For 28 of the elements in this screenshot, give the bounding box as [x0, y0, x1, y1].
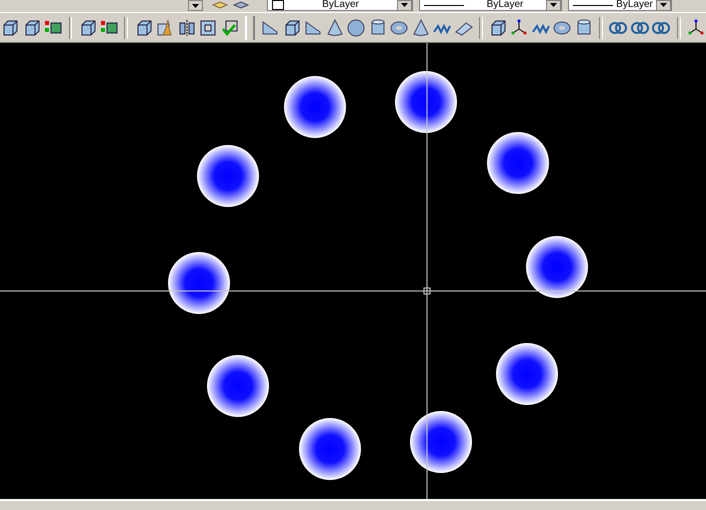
dropdown-field[interactable]: ByLayer [419, 0, 562, 11]
dropdown-field[interactable]: ByLayer [568, 0, 672, 11]
sphere-drawing [284, 76, 346, 138]
toolbar-grip[interactable] [244, 16, 255, 40]
sphere-drawing [207, 355, 269, 417]
sphere-drawing [197, 145, 259, 207]
dropdown-button[interactable] [656, 0, 671, 10]
sphere-drawing [487, 132, 549, 194]
caret-icon [192, 4, 199, 8]
line-sample [573, 4, 613, 6]
dropdown-value: ByLayer [322, 0, 359, 10]
dropdown-button[interactable] [188, 0, 203, 11]
sphere-drawing [410, 411, 472, 473]
dropdown-field[interactable]: ByLayer [267, 0, 413, 11]
caret-icon [550, 3, 557, 7]
sphere-drawing [299, 418, 361, 480]
sphere-drawing [526, 236, 588, 298]
dropdown-value: ByLayer [616, 0, 653, 10]
dropdown-value: ByLayer [486, 0, 524, 10]
sphere-drawing [496, 343, 558, 405]
dropdown-button[interactable] [546, 0, 561, 10]
caret-icon [401, 3, 408, 7]
caret-icon [660, 3, 667, 7]
sphere-drawing [395, 71, 457, 133]
sphere-drawing [168, 252, 230, 314]
sphere-icon[interactable] [346, 16, 366, 38]
dropdown-button[interactable] [397, 0, 412, 10]
line-sample [424, 4, 464, 6]
